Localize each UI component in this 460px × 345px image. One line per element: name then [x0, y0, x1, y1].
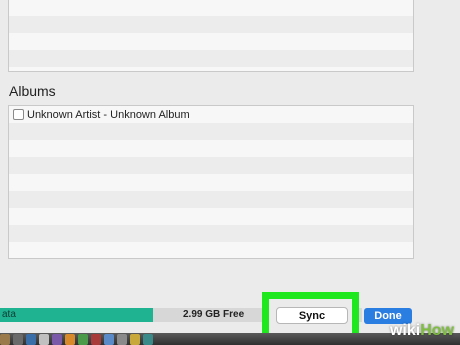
dock-app-icon[interactable]: [130, 334, 140, 345]
watermark-part1: wiki: [389, 322, 421, 339]
empty-row: [9, 225, 413, 242]
dock-app-icon[interactable]: [26, 334, 36, 345]
dock-app-icon[interactable]: [78, 334, 88, 345]
album-checkbox[interactable]: [13, 109, 24, 120]
album-label: Unknown Artist - Unknown Album: [27, 108, 190, 121]
wikihow-watermark: wikiHow: [390, 322, 454, 340]
albums-list: Unknown Artist - Unknown Album: [8, 105, 414, 259]
dock-app-icon[interactable]: [39, 334, 49, 345]
empty-row: [9, 242, 413, 258]
dock-app-icon[interactable]: [104, 334, 114, 345]
empty-row: [9, 191, 413, 208]
dock-app-icon[interactable]: [65, 334, 75, 345]
empty-row: [9, 208, 413, 225]
sync-button[interactable]: Sync: [276, 307, 348, 324]
dock-app-icon[interactable]: [117, 334, 127, 345]
dock-app-icon[interactable]: [52, 334, 62, 345]
dock-app-icon[interactable]: [0, 334, 10, 345]
list-stripe: [9, 33, 413, 50]
list-stripe: [9, 67, 413, 71]
dock-app-icon[interactable]: [143, 334, 153, 345]
empty-row: [9, 174, 413, 191]
albums-heading: Albums: [9, 83, 56, 99]
empty-row: [9, 140, 413, 157]
empty-row: [9, 157, 413, 174]
upper-list-box: [8, 0, 414, 72]
list-stripe: [9, 16, 413, 33]
list-stripe: [9, 0, 413, 16]
dock-icons: [0, 334, 153, 345]
watermark-part2: How: [420, 322, 454, 339]
dock-app-icon[interactable]: [91, 334, 101, 345]
list-stripe: [9, 50, 413, 67]
capacity-data-segment: ata: [0, 308, 153, 322]
album-row[interactable]: Unknown Artist - Unknown Album: [9, 106, 413, 123]
dock-app-icon[interactable]: [13, 334, 23, 345]
empty-row: [9, 123, 413, 140]
